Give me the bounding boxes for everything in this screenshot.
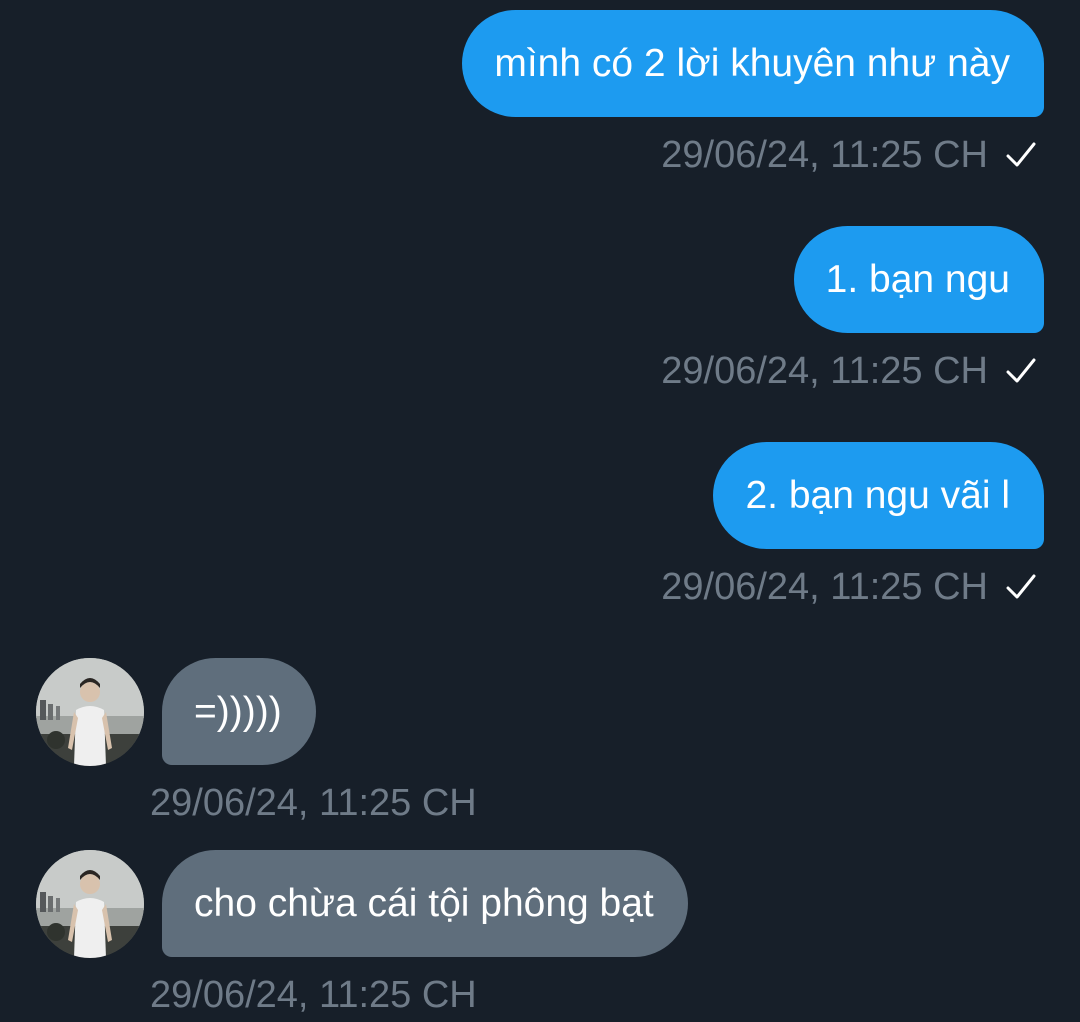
message-timestamp: 29/06/24, 11:25 CH bbox=[661, 349, 988, 392]
avatar[interactable] bbox=[36, 658, 144, 766]
message-text: =))))) bbox=[194, 689, 282, 733]
message-meta: 29/06/24, 11:25 CH bbox=[150, 971, 477, 1019]
message-bubble-incoming[interactable]: cho chừa cái tội phông bạt bbox=[162, 850, 688, 957]
check-icon bbox=[1006, 574, 1036, 599]
message-text: 1. bạn ngu bbox=[825, 257, 1010, 301]
message-timestamp: 29/06/24, 11:25 CH bbox=[661, 565, 988, 608]
message-bubble-outgoing[interactable]: 1. bạn ngu bbox=[793, 226, 1044, 333]
message-timestamp: 29/06/24, 11:25 CH bbox=[661, 133, 988, 176]
message-bubble-outgoing[interactable]: mình có 2 lời khuyên như này bbox=[462, 10, 1044, 117]
avatar[interactable] bbox=[36, 850, 144, 958]
check-icon bbox=[1006, 142, 1036, 167]
message-meta: 29/06/24, 11:25 CH bbox=[150, 779, 477, 827]
message-bubble-outgoing[interactable]: 2. bạn ngu vãi l bbox=[713, 442, 1044, 549]
message-bubble-incoming[interactable]: =))))) bbox=[162, 658, 316, 765]
check-icon bbox=[1006, 358, 1036, 383]
message-text: 2. bạn ngu vãi l bbox=[745, 473, 1010, 517]
message-text: cho chừa cái tội phông bạt bbox=[194, 881, 654, 925]
message-timestamp: 29/06/24, 11:25 CH bbox=[150, 781, 477, 824]
message-timestamp: 29/06/24, 11:25 CH bbox=[150, 973, 477, 1016]
message-meta: 29/06/24, 11:25 CH bbox=[661, 131, 1036, 179]
chat-screen: { "messages": [ {"direction": "outgoing"… bbox=[0, 0, 1080, 1022]
message-meta: 29/06/24, 11:25 CH bbox=[661, 347, 1036, 395]
message-text: mình có 2 lời khuyên như này bbox=[494, 41, 1010, 85]
message-meta: 29/06/24, 11:25 CH bbox=[661, 563, 1036, 611]
